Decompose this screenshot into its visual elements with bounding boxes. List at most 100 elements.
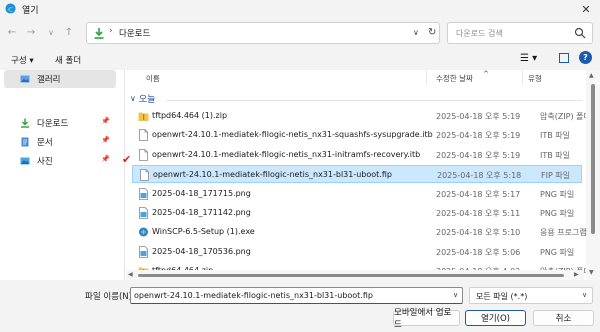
file-type: ITB 파일: [540, 150, 570, 160]
new-folder-button[interactable]: 새 폴더: [55, 54, 81, 66]
pane-divider[interactable]: [124, 70, 125, 280]
file-row[interactable]: WinSCP-6.5-Setup (1).exe 2025-04-18 오후 5:…: [132, 223, 587, 241]
file-name: openwrt-24.10.1-mediatek-filogic-netis_n…: [152, 149, 421, 159]
file-type: PNG 파일: [540, 189, 575, 199]
column-separator[interactable]: [426, 70, 427, 86]
pin-icon: 📌: [101, 155, 110, 163]
main-area: 갤러리 다운로드 📌 문서 📌 사진 📌 이름 수정한 날짜 ^ 유형 ∨ 오늘…: [0, 70, 600, 280]
file-type-select[interactable]: 모든 파일 (*.*) ∨: [469, 287, 593, 304]
file-name: tftpd64.464 (1).zip: [152, 111, 228, 120]
file-date: 2025-04-18 오후 5:10: [436, 228, 521, 238]
file-row[interactable]: openwrt-24.10.1-mediatek-filogic-netis_n…: [132, 126, 582, 144]
cancel-button[interactable]: 취소: [533, 310, 594, 326]
red-check-annotation: ✔: [122, 153, 132, 166]
navigation-pane: 갤러리 다운로드 📌 문서 📌 사진 📌: [0, 70, 120, 280]
exe-file-icon: [138, 226, 149, 238]
png-file-icon: [138, 187, 149, 200]
file-name: 2025-04-18_171715.png: [152, 188, 251, 198]
scroll-left-arrow-icon[interactable]: ◀: [128, 271, 133, 278]
file-file-icon: [138, 148, 149, 161]
preview-pane-button[interactable]: [559, 53, 569, 63]
scroll-down-arrow-icon[interactable]: ▼: [589, 269, 594, 276]
file-name: openwrt-24.10.1-mediatek-filogic-netis_n…: [152, 130, 433, 140]
file-date: 2025-04-18 오후 5:06: [436, 247, 521, 257]
sidebar-item-label: 사진: [37, 157, 53, 167]
file-row[interactable]: 2025-04-18_171142.png 2025-04-18 오후 5:11 P…: [132, 204, 582, 222]
file-date: 2025-04-18 오후 5:17: [436, 189, 521, 199]
file-row[interactable]: openwrt-24.10.1-mediatek-filogic-netis_n…: [132, 146, 582, 164]
refresh-icon[interactable]: ↻: [428, 27, 436, 38]
chevron-down-icon: ∨: [130, 94, 136, 103]
search-input[interactable]: 다운로드 검색: [447, 22, 593, 44]
documents-icon: [21, 137, 29, 147]
scroll-up-arrow-icon[interactable]: ▲: [589, 72, 594, 79]
search-icon: [574, 27, 586, 39]
file-file-icon: [139, 169, 150, 182]
column-header-type[interactable]: 유형: [528, 73, 542, 84]
horizontal-scrollbar[interactable]: ◀ ▶: [126, 270, 584, 280]
breadcrumb-downloads[interactable]: 다운로드: [119, 27, 150, 39]
filename-value: openwrt-24.10.1-mediatek-filogic-netis_n…: [134, 291, 373, 300]
command-bar: 구성 ▾ 새 폴더 ☰ ▾ ?: [0, 48, 600, 70]
file-type: FIP 파일: [541, 171, 571, 181]
column-separator[interactable]: [522, 70, 523, 86]
filename-label: 파일 이름(N):: [85, 292, 135, 302]
sort-indicator-icon: ^: [483, 70, 489, 78]
file-type: PNG 파일: [540, 209, 575, 218]
sidebar-item-label: 갤러리: [37, 75, 61, 85]
column-header-name[interactable]: 이름: [146, 73, 160, 84]
address-dropdown-icon[interactable]: ∨: [413, 28, 419, 37]
horizontal-scroll-thumb[interactable]: [138, 274, 564, 277]
png-file-icon: [138, 207, 149, 219]
file-name: 2025-04-18_171142.png: [152, 208, 251, 217]
address-bar[interactable]: › 다운로드 ∨ ↻: [86, 22, 440, 44]
file-file-icon: [138, 129, 149, 142]
vertical-scroll-thumb[interactable]: [591, 84, 595, 234]
file-row[interactable]: 2025-04-18_170536.png 2025-04-18 오후 5:06 P…: [132, 243, 582, 261]
file-row-selected[interactable]: openwrt-24.10.1-mediatek-filogic-netis_n…: [132, 165, 582, 184]
file-name: WinSCP-6.5-Setup (1).exe: [152, 227, 255, 237]
forward-button[interactable]: →: [24, 25, 38, 39]
edge-app-icon: [5, 3, 16, 14]
download-icon: [21, 118, 29, 128]
file-type: PNG 파일: [540, 247, 575, 257]
file-row[interactable]: tftpd64.464 (1).zip 2025-04-18 오후 5:19 압축(…: [132, 107, 591, 125]
file-date: 2025-04-18 오후 5:19: [436, 150, 521, 160]
sidebar-item-gallery[interactable]: 갤러리: [4, 70, 116, 88]
column-header-date[interactable]: 수정한 날짜: [436, 73, 473, 84]
sidebar-item-documents[interactable]: 문서 📌: [4, 133, 116, 151]
view-options-button[interactable]: ☰ ▾: [520, 53, 537, 64]
sidebar-item-pictures[interactable]: 사진 📌: [4, 152, 116, 170]
png-file-icon: [138, 245, 149, 258]
gallery-icon: [20, 75, 30, 83]
file-row[interactable]: 2025-04-18_171715.png 2025-04-18 오후 5:17 P…: [132, 185, 582, 203]
search-placeholder: 다운로드 검색: [456, 29, 503, 38]
sidebar-item-downloads[interactable]: 다운로드 📌: [4, 114, 116, 132]
pin-icon: 📌: [101, 136, 110, 144]
upload-from-mobile-button[interactable]: 모바일에서 업로드: [393, 308, 460, 330]
file-name: 2025-04-18_170536.png: [152, 246, 251, 256]
organize-button[interactable]: 구성 ▾: [11, 54, 34, 66]
scroll-right-arrow-icon[interactable]: ▶: [574, 271, 579, 278]
sidebar-item-label: 문서: [37, 138, 53, 148]
back-button[interactable]: ←: [5, 25, 19, 39]
recent-locations-button[interactable]: ∨: [44, 25, 58, 39]
help-button[interactable]: ?: [579, 51, 592, 64]
filename-dropdown-icon[interactable]: ∨: [453, 291, 458, 299]
close-button[interactable]: ✕: [572, 0, 600, 18]
file-type-value: 모든 파일 (*.*): [476, 292, 528, 301]
file-type: 압축(ZIP) 폴더: [540, 112, 591, 121]
vertical-scrollbar[interactable]: ▲ ▼: [586, 70, 600, 280]
dialog-footer: 파일 이름(N): openwrt-24.10.1-mediatek-filog…: [0, 280, 600, 332]
group-header-today[interactable]: ∨ 오늘: [130, 92, 155, 105]
download-icon: [94, 28, 104, 39]
open-button[interactable]: 열기(O): [465, 310, 526, 326]
navigation-bar: ← → ∨ ↑ › 다운로드 ∨ ↻ 다운로드 검색: [0, 18, 600, 48]
filename-field[interactable]: openwrt-24.10.1-mediatek-filogic-netis_n…: [130, 287, 463, 304]
group-label: 오늘: [138, 95, 156, 105]
up-button[interactable]: ↑: [62, 25, 76, 39]
file-date: 2025-04-18 오후 5:11: [436, 209, 521, 218]
file-name: openwrt-24.10.1-mediatek-filogic-netis_n…: [153, 170, 392, 180]
pictures-icon: [20, 157, 30, 165]
file-type-dropdown-icon[interactable]: ∨: [582, 291, 587, 299]
